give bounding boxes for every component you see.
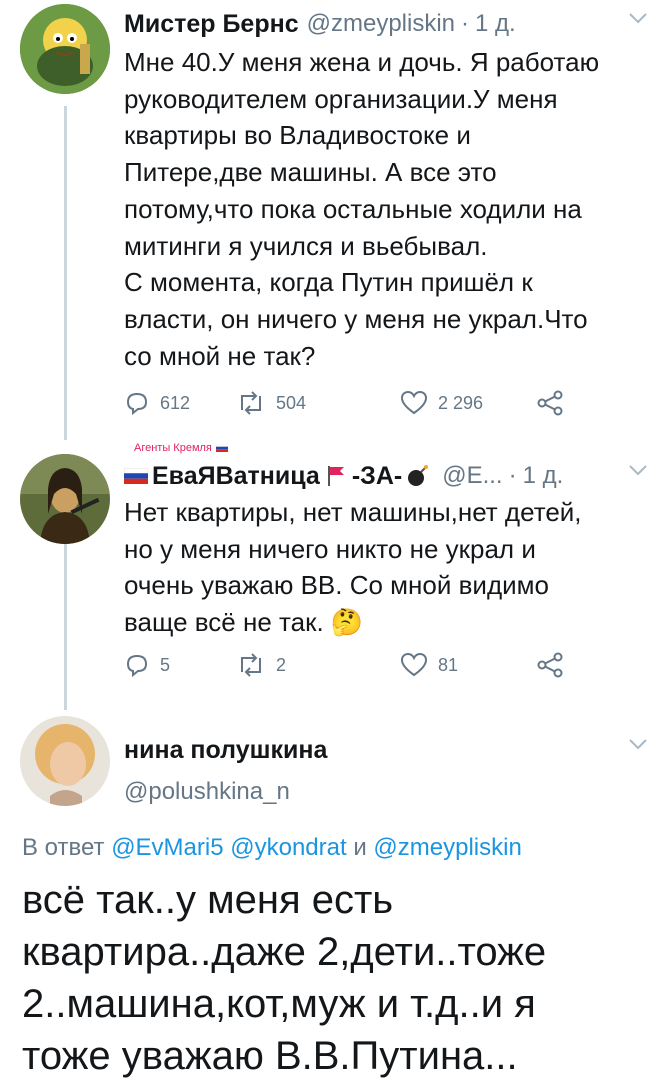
badge-kremlin-agents: Агенты Кремля <box>134 442 228 454</box>
tweet-nina[interactable]: нина полушкина @polushkina_n В ответ @Ev… <box>0 712 668 1080</box>
separator-dot: · <box>461 10 470 37</box>
tweet-text: всё так..у меня есть квартира..даже 2,де… <box>22 878 547 1078</box>
flag-russia-icon <box>124 468 148 484</box>
heart-icon <box>400 390 428 415</box>
flag-icon <box>215 444 228 452</box>
author-name[interactable]: ЕваЯВатница <box>152 462 320 491</box>
tweet-eva[interactable]: Агенты Кремля ЕваЯВатница -ЗА- @Е... · 1… <box>0 440 668 690</box>
like-button[interactable]: 2 296 <box>400 386 483 420</box>
thinking-face-emoji: 🤔 <box>330 607 364 638</box>
avatar[interactable] <box>20 454 110 544</box>
like-button[interactable]: 81 <box>400 648 458 682</box>
timestamp[interactable]: 1 д. <box>475 10 516 38</box>
reply-count: 5 <box>160 654 171 675</box>
avatar[interactable] <box>20 4 110 94</box>
retweet-icon <box>241 653 261 677</box>
author-handle[interactable]: @Е... <box>442 462 502 490</box>
tweet-mister-berns[interactable]: Мистер Бернс @zmeypliskin · 1 д. Мне 40.… <box>0 0 668 430</box>
retweet-button[interactable]: 2 <box>236 648 286 682</box>
mention-link[interactable]: @EvMari5 <box>111 834 223 861</box>
avatar[interactable] <box>20 716 110 806</box>
reply-button[interactable]: 5 <box>124 648 170 682</box>
chevron-down-icon[interactable] <box>628 464 648 478</box>
share-icon <box>537 652 563 678</box>
author-name-tail: -ЗА- <box>351 461 403 490</box>
timestamp[interactable]: 1 д. <box>523 462 564 490</box>
author-handle[interactable]: @polushkina_n <box>124 778 290 806</box>
share-icon <box>537 390 563 416</box>
author-name[interactable]: нина полушкина <box>124 736 327 765</box>
like-count: 81 <box>438 654 459 675</box>
reply-button[interactable]: 612 <box>124 386 190 420</box>
reply-count: 612 <box>160 392 191 413</box>
share-button[interactable] <box>536 648 564 682</box>
heart-icon <box>400 652 428 677</box>
reply-context: В ответ @EvMari5 @ykondrat и @zmeypliski… <box>22 834 522 861</box>
mention-link[interactable]: @zmeypliskin <box>373 834 521 861</box>
share-button[interactable] <box>536 386 564 420</box>
retweet-count: 2 <box>276 654 287 675</box>
bomb-icon <box>408 465 429 486</box>
author-name[interactable]: Мистер Бернс <box>124 10 299 39</box>
reply-icon <box>126 392 148 416</box>
mention-link[interactable]: @ykondrat <box>230 834 346 861</box>
tweet-text: Нет квартиры, нет машины,нет детей, но у… <box>124 497 582 638</box>
separator-dot: · <box>508 462 517 489</box>
author-handle[interactable]: @zmeypliskin <box>307 10 455 38</box>
chevron-down-icon[interactable] <box>628 12 648 26</box>
chevron-down-icon[interactable] <box>628 738 648 752</box>
reply-icon <box>126 654 148 678</box>
like-count: 2 296 <box>438 392 484 413</box>
retweet-button[interactable]: 504 <box>236 386 306 420</box>
flag-icon <box>327 466 344 486</box>
retweet-count: 504 <box>276 392 307 413</box>
retweet-icon <box>241 391 261 415</box>
tweet-text: Мне 40.У меня жена и дочь. Я работаю рук… <box>124 47 600 371</box>
